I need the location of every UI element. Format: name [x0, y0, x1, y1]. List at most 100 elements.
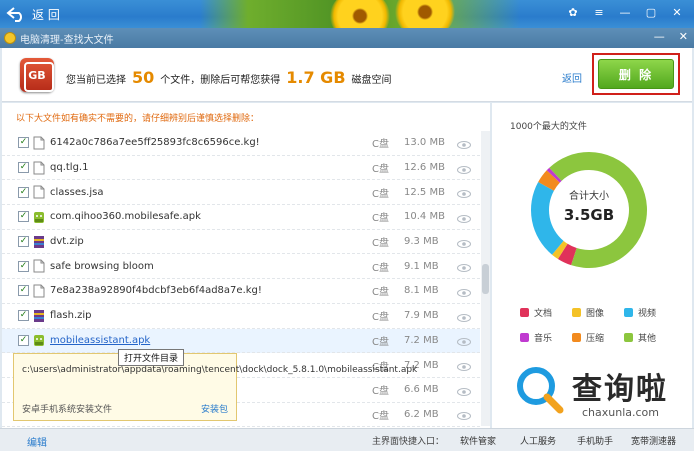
file-type-description: 安卓手机系统安装文件: [22, 405, 113, 415]
file-size: 7.2 MB: [404, 334, 439, 346]
file-size: 9.1 MB: [404, 260, 439, 272]
warning-text: 以下大文件如有确实不需要的，请仔细辨别后谨慎选择删除：: [16, 114, 260, 124]
file-size: 9.3 MB: [404, 236, 439, 248]
file-icon: [33, 185, 45, 199]
file-row[interactable]: ✓ mobileassistant.apk C盘 7.2 MB: [2, 328, 480, 354]
file-row[interactable]: ✓ com.qihoo360.mobilesafe.apk C盘 10.4 MB: [2, 205, 480, 230]
preview-eye-icon[interactable]: [457, 386, 471, 396]
file-icon: [33, 136, 45, 150]
preview-eye-icon[interactable]: [457, 238, 471, 248]
file-size: 13.0 MB: [404, 137, 445, 149]
legend-label: 文档: [534, 309, 553, 319]
preview-eye-icon[interactable]: [457, 164, 471, 174]
file-row[interactable]: ✓ safe browsing bloom C盘 9.1 MB: [2, 254, 480, 280]
file-checkbox[interactable]: ✓: [18, 310, 29, 322]
file-name: qq.tlg.1: [50, 162, 89, 174]
minimize-icon[interactable]: —: [614, 3, 636, 21]
watermark-domain: chaxunla.com: [582, 406, 659, 419]
stats-title: 1000个最大的文件: [510, 122, 587, 132]
preview-eye-icon[interactable]: [457, 262, 471, 273]
legend-item: 其他: [624, 331, 676, 344]
file-row[interactable]: ✓ 7e8a238a92890f4bdcbf3eb6f4ad8a7e.kg! C盘 8…: [2, 279, 480, 304]
file-checkbox[interactable]: ✓: [18, 260, 29, 272]
dialog-minimize-icon[interactable]: —: [654, 30, 665, 43]
file-row[interactable]: ✓ flash.zip C盘 7.9 MB: [2, 304, 480, 329]
summary-prefix: 您当前已选择: [66, 75, 126, 86]
file-row[interactable]: ✓ dvt.zip C盘 9.3 MB: [2, 230, 480, 255]
legend-swatch: [624, 333, 633, 342]
preview-eye-icon[interactable]: [457, 336, 471, 347]
back-button[interactable]: 返 回: [6, 3, 60, 25]
file-name: 6142a0c786a7ee5ff25893fc8c6596ce.kg!: [50, 137, 260, 149]
back-label: 返 回: [32, 7, 60, 22]
total-label: 合计大小: [569, 191, 609, 202]
file-name: dvt.zip: [50, 236, 84, 248]
list-scrollbar[interactable]: [481, 131, 490, 426]
preview-eye-icon[interactable]: [457, 410, 471, 421]
top-banner: 返 回 ✿ ≡ — ▢ ✕: [0, 0, 694, 28]
file-size: 8.1 MB: [404, 285, 439, 297]
quick-entry-label: 主界面快捷入口：: [372, 437, 445, 447]
speed-test-link[interactable]: 宽带测速器: [631, 434, 676, 447]
scrollbar-thumb[interactable]: [482, 263, 489, 294]
bottom-bar: 编辑 主界面快捷入口： 软件管家 人工服务 手机助手 宽带测速器: [0, 428, 694, 451]
file-drive: C盘: [372, 386, 389, 398]
file-checkbox[interactable]: ✓: [18, 334, 29, 346]
preview-eye-icon[interactable]: [457, 188, 471, 199]
phone-assistant-link[interactable]: 手机助手: [577, 434, 613, 447]
file-drive: C盘: [372, 139, 389, 151]
file-size: 10.4 MB: [404, 211, 445, 223]
close-icon[interactable]: ✕: [666, 3, 688, 21]
return-link[interactable]: 返回: [562, 70, 582, 85]
file-icon: [33, 161, 45, 175]
legend-swatch: [520, 333, 529, 342]
legend-swatch: [572, 333, 581, 342]
sync-icon[interactable]: ✿: [562, 3, 584, 21]
dialog-title-bar: 电脑清理-查找大文件 — ✕: [0, 28, 694, 48]
android-apk-icon: [33, 210, 45, 224]
file-drive: C盘: [372, 410, 389, 422]
file-checkbox[interactable]: ✓: [18, 186, 29, 198]
file-size: 6.2 MB: [404, 408, 439, 420]
preview-eye-icon[interactable]: [457, 139, 471, 149]
file-checkbox[interactable]: ✓: [18, 137, 29, 149]
legend-swatch: [520, 308, 529, 317]
site-watermark: 查询啦 chaxunla.com: [510, 356, 694, 426]
preview-eye-icon[interactable]: [457, 287, 471, 297]
watermark-chinese: 查询啦: [572, 372, 668, 407]
zip-archive-icon: [33, 235, 45, 249]
file-icon: [33, 284, 45, 298]
legend-item: 视频: [624, 306, 676, 319]
dialog-close-icon[interactable]: ✕: [679, 30, 688, 43]
chart-legend: 文档 图像 视频 音乐 压缩 其他: [520, 306, 680, 344]
legend-item: 压缩: [572, 331, 624, 344]
file-checkbox[interactable]: ✓: [18, 211, 29, 223]
file-row[interactable]: ✓ qq.tlg.1 C盘 12.6 MB: [2, 156, 480, 181]
file-checkbox[interactable]: ✓: [18, 285, 29, 297]
software-manager-link[interactable]: 软件管家: [460, 434, 496, 447]
delete-button[interactable]: 删 除: [598, 59, 674, 89]
file-drive: C盘: [372, 164, 389, 176]
dialog-title: 电脑清理-查找大文件: [20, 34, 114, 46]
file-name: com.qihoo360.mobilesafe.apk: [50, 211, 201, 223]
zip-archive-icon: [33, 309, 45, 323]
preview-eye-icon[interactable]: [457, 213, 471, 223]
customer-service-link[interactable]: 人工服务: [520, 434, 556, 447]
file-size: 12.6 MB: [404, 162, 445, 174]
file-name[interactable]: mobileassistant.apk: [50, 335, 150, 346]
file-drive: C盘: [372, 213, 389, 225]
file-checkbox[interactable]: ✓: [18, 236, 29, 248]
file-row[interactable]: ✓ classes.jsa C盘 12.5 MB: [2, 180, 480, 206]
delete-button-highlight: 删 除: [592, 53, 680, 95]
preview-eye-icon[interactable]: [457, 361, 471, 372]
edit-link[interactable]: 编辑: [27, 434, 47, 449]
legend-label: 其他: [638, 334, 657, 344]
maximize-icon[interactable]: ▢: [640, 3, 662, 21]
legend-swatch: [624, 308, 633, 317]
menu-icon[interactable]: ≡: [588, 3, 610, 21]
selection-summary: 您当前已选择 50 个文件，删除后可帮您获得 1.7 GB 磁盘空间: [66, 68, 392, 87]
file-checkbox[interactable]: ✓: [18, 162, 29, 174]
file-row[interactable]: ✓ 6142a0c786a7ee5ff25893fc8c6596ce.kg! C盘 1…: [2, 131, 480, 156]
preview-eye-icon[interactable]: [457, 312, 471, 322]
freed-size: 1.7 GB: [286, 68, 346, 87]
